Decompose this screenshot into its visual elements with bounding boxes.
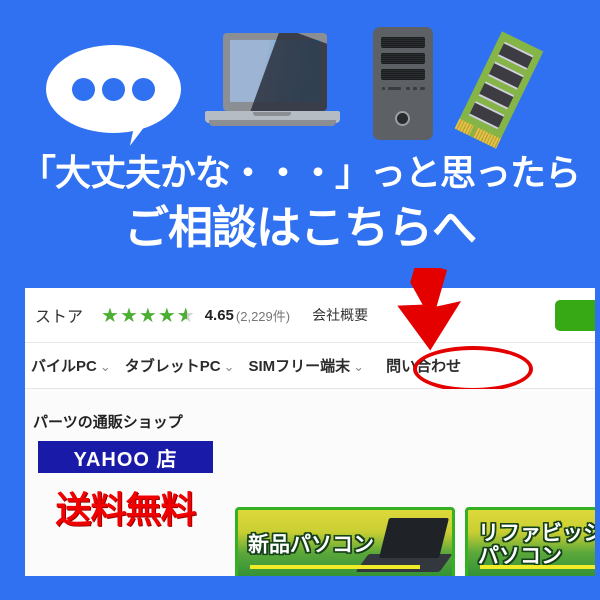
nav-label: タブレットPC [124,358,221,375]
store-content-row: パーツの通販ショップ YAHOO 店 送料無料 新品パソコン リファビッシ パソコ… [25,389,595,576]
tower-grille [381,53,425,64]
yahoo-store-badge: YAHOO 店 [38,441,213,473]
speech-bubble-dot [102,78,125,101]
speech-bubble-body [46,45,181,133]
speech-bubble-dot [132,78,155,101]
tile-underline [250,565,420,569]
nav-item-tablet-pc[interactable]: タブレットPC ⌄ [125,355,235,376]
store-nav-row: バイルPC ⌄ タブレットPC ⌄ SIMフリー端末 ⌄ 問い合わせ [25,343,595,389]
star-icon: ★ [101,304,120,327]
tower-ports [382,87,425,91]
laptop-trackpad-notch [253,112,291,116]
laptop-base-lip [209,120,336,126]
chevron-down-icon: ⌄ [353,359,365,374]
tile-new-pc[interactable]: 新品パソコン [235,507,455,576]
tile-refurbished-pc[interactable]: リファビッシ パソコン [465,507,595,576]
tile-label: リファビッシ パソコン [478,522,595,568]
chevron-down-icon: ⌄ [99,359,111,374]
rating-count: (2,229件) [235,308,291,324]
speech-bubble-dot [72,78,95,101]
tower-power-button [395,111,410,126]
star-half-icon: ★ [177,303,196,328]
store-name: ストア [35,309,84,326]
desktop-tower-icon [373,27,433,140]
chevron-down-icon: ⌄ [223,359,235,374]
store-blurb: パーツの通販ショップ [33,414,183,431]
memory-module-icon [454,22,588,149]
store-header-row: ストア ★ ★ ★ ★ ★ 4.65 (2,229件) 会社概要 [25,288,595,343]
tower-grille [381,37,425,48]
tile-label-line1: リファビッシ [478,521,595,545]
headline-line-1: 「大丈夫かな・・・」っと思ったら [19,152,581,193]
tower-grille [381,69,425,80]
laptop-lid [223,33,327,111]
laptop-icon [205,33,340,138]
tile-underline [480,565,595,569]
tile-label: 新品パソコン [248,533,374,556]
rating-stars: ★ ★ ★ ★ ★ [101,303,196,328]
nav-item-mobile-pc[interactable]: バイルPC ⌄ [31,355,111,376]
follow-store-button[interactable] [555,300,595,331]
promo-banner: 「大丈夫かな・・・」っと思ったら ご相談はこちらへ [0,0,600,290]
star-icon: ★ [157,304,177,327]
rating-value: 4.65 [204,306,234,324]
nav-item-contact[interactable]: 問い合わせ [386,355,461,376]
nav-label: 問い合わせ [386,358,462,375]
nav-label: バイルPC [31,358,97,375]
star-icon: ★ [119,304,139,327]
store-screenshot-panel: ストア ★ ★ ★ ★ ★ 4.65 (2,229件) 会社概要 バイルPC⌄ … [25,288,595,576]
free-shipping-text: 送料無料 [55,489,196,530]
speech-bubble-icon [46,45,181,152]
nav-label: SIMフリー端末 [248,358,351,375]
star-icon: ★ [138,304,158,327]
company-profile-link[interactable]: 会社概要 [312,305,368,325]
headline-line-2: ご相談はこちらへ [123,202,477,253]
nav-item-sim-free[interactable]: SIMフリー端末 ⌄ [249,355,365,376]
